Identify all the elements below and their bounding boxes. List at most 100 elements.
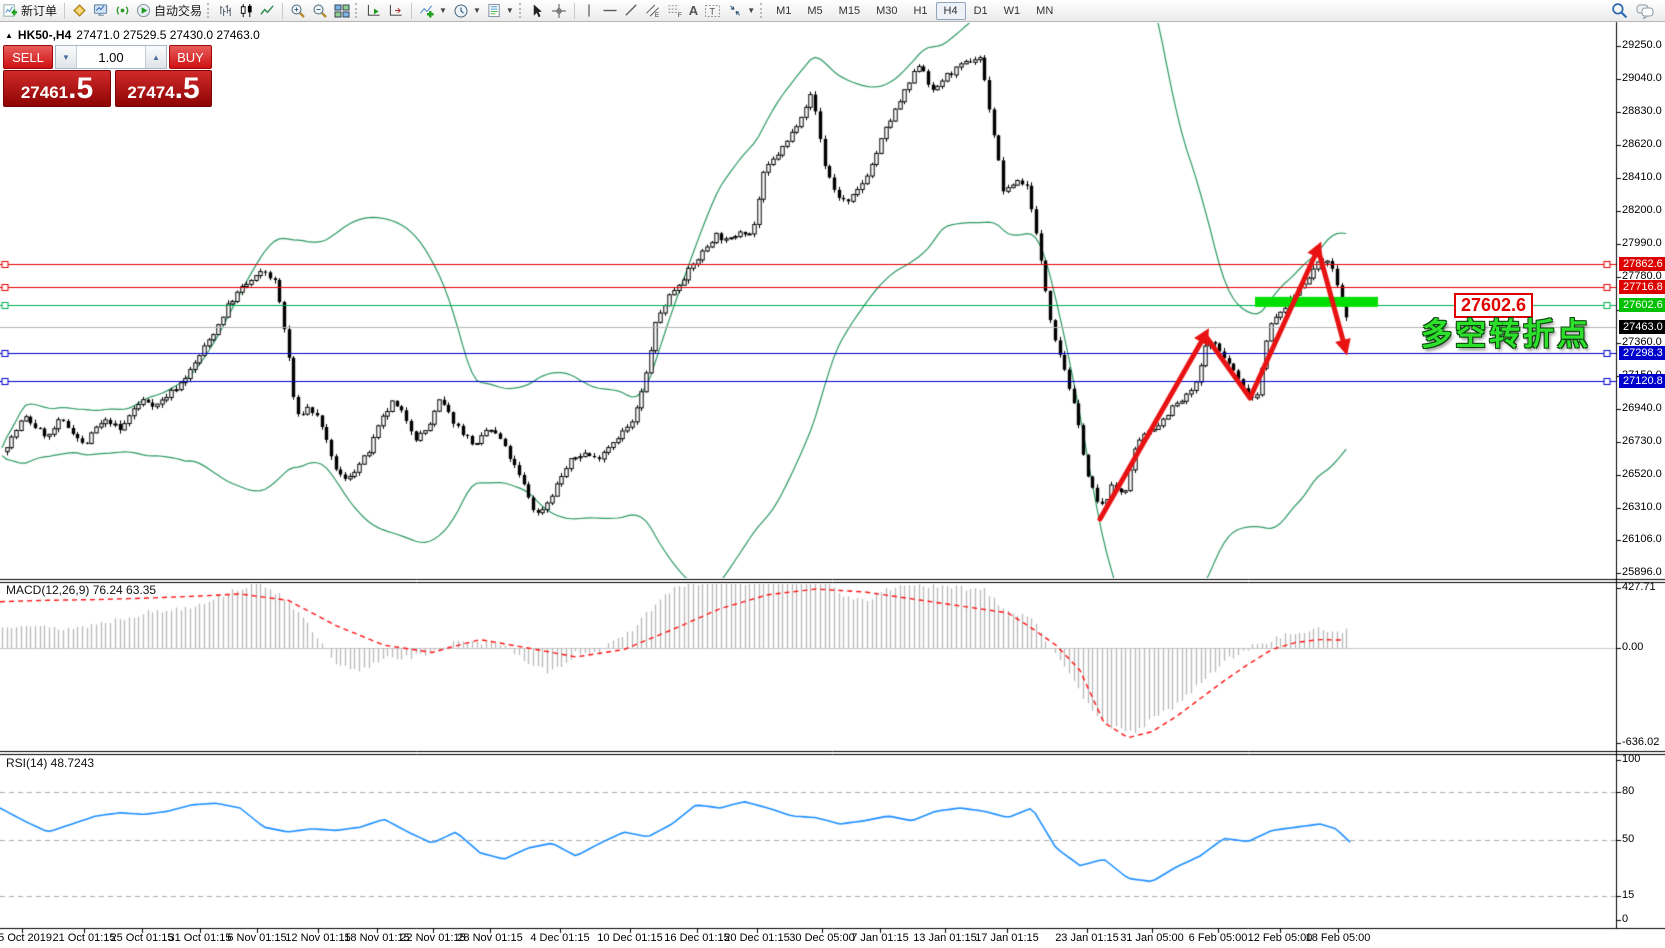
time-axis-tick: 10 Dec 01:15 (597, 932, 662, 944)
tab-m15[interactable]: M15 (831, 2, 868, 20)
time-axis-tick: 23 Jan 01:15 (1055, 932, 1119, 944)
buy-button[interactable]: BUY (169, 45, 212, 69)
cursor-tool-button[interactable] (527, 1, 548, 21)
new-order-icon (3, 3, 18, 18)
tab-h4[interactable]: H4 (936, 2, 966, 20)
auto-trading-button[interactable]: 自动交易 (133, 1, 205, 21)
rsi-axis-tick: 50 (1622, 833, 1634, 845)
volume-decrease-button[interactable]: ▼ (56, 46, 76, 68)
channel-glyph: E (655, 12, 660, 18)
horizontal-line-tool-button[interactable] (599, 1, 621, 21)
chinese-note-text[interactable]: 多空转折点 (1421, 309, 1591, 354)
time-axis-tick: 31 Jan 05:00 (1120, 932, 1184, 944)
chat-icon[interactable] (1636, 3, 1655, 19)
vertical-line-tool-button[interactable] (579, 1, 599, 21)
price-axis-tick: 28200.0 (1622, 204, 1662, 216)
price-axis-tick: 27990.0 (1622, 237, 1662, 249)
tab-d1[interactable]: D1 (966, 2, 996, 20)
time-axis-tick: 13 Jan 01:15 (913, 932, 977, 944)
market-watch-button[interactable] (69, 1, 90, 21)
time-axis-tick: 17 Jan 01:15 (975, 932, 1039, 944)
fibonacci-glyph: F (678, 12, 682, 18)
macd-axis-tick: -636.02 (1622, 736, 1659, 748)
price-level-tag: 27298.3 (1619, 346, 1665, 360)
price-axis-tick: 26730.0 (1622, 435, 1662, 447)
line-chart-mode-button[interactable] (257, 1, 278, 21)
buy-price-dec: .5 (175, 74, 200, 104)
price-axis-tick: 26940.0 (1622, 402, 1662, 414)
tab-mn[interactable]: MN (1028, 2, 1061, 20)
price-axis-tick: 28620.0 (1622, 138, 1662, 150)
tab-m1[interactable]: M1 (768, 2, 799, 20)
chart-shift-icon (388, 3, 404, 18)
auto-scroll-icon (366, 3, 382, 18)
tab-m5[interactable]: M5 (799, 2, 830, 20)
text-label-tool-button[interactable]: T (701, 1, 724, 21)
candlestick-mode-button[interactable] (236, 1, 257, 21)
zoom-out-button[interactable] (309, 1, 331, 21)
rsi-axis-tick: 80 (1622, 785, 1634, 797)
tile-windows-icon (334, 3, 350, 19)
buy-price-display[interactable]: 27474.5 (115, 70, 212, 107)
indicators-button[interactable]: ▼ (416, 1, 450, 21)
text-label-icon: T (704, 3, 721, 19)
price-level-tag: 27716.8 (1619, 280, 1665, 294)
macd-axis-tick: 427.71 (1622, 581, 1656, 593)
trendline-tool-button[interactable] (621, 1, 642, 21)
bar-chart-mode-button[interactable] (215, 1, 236, 21)
price-axis-tick: 25896.0 (1622, 566, 1662, 578)
price-axis-tick: 28830.0 (1622, 105, 1662, 117)
tab-m30[interactable]: M30 (868, 2, 905, 20)
arrows-tool-button[interactable]: ▼ (724, 1, 758, 21)
arrows-icon (727, 3, 743, 18)
sell-price-display[interactable]: 27461.5 (3, 70, 111, 107)
time-axis-tick: 15 Oct 2019 (0, 932, 52, 944)
equidistant-channel-tool-button[interactable]: E (642, 1, 664, 21)
text-tool-icon: A (689, 3, 698, 18)
search-icon[interactable] (1611, 2, 1628, 19)
crosshair-icon (551, 3, 567, 19)
time-axis-tick: 30 Dec 05:00 (789, 932, 854, 944)
sell-price-dec: .5 (68, 74, 93, 104)
expert-advisors-button[interactable] (90, 1, 112, 21)
zoom-in-button[interactable] (287, 1, 309, 21)
macd-indicator-label: MACD(12,26,9) 76.24 63.35 (6, 583, 156, 597)
vertical-line-icon (582, 3, 596, 18)
volume-value[interactable]: 1.00 (76, 46, 146, 68)
horizontal-line-icon (602, 3, 618, 18)
text-tool-button[interactable]: A (686, 1, 701, 21)
trading-platform-window: { "toolbar": { "new_order_label": "新订单",… (0, 0, 1665, 948)
rsi-axis-tick: 15 (1622, 889, 1634, 901)
new-order-button[interactable]: 新订单 (0, 1, 60, 21)
time-axis-tick: 6 Nov 01:15 (227, 932, 286, 944)
price-axis-tick: 26106.0 (1622, 533, 1662, 545)
auto-scroll-button[interactable] (363, 1, 385, 21)
periods-button[interactable]: ▼ (450, 1, 484, 21)
price-axis-tick: 29250.0 (1622, 39, 1662, 51)
price-chart-canvas[interactable] (0, 0, 1665, 948)
macd-axis-tick: 0.00 (1622, 641, 1643, 653)
volume-increase-button[interactable]: ▲ (146, 46, 166, 68)
time-axis-tick: 20 Dec 01:15 (724, 932, 789, 944)
clock-icon (453, 3, 469, 19)
rsi-indicator-label: RSI(14) 48.7243 (6, 756, 94, 770)
fibonacci-tool-button[interactable]: F (664, 1, 686, 21)
cursor-icon (530, 3, 545, 19)
tab-h1[interactable]: H1 (905, 2, 935, 20)
template-icon (487, 3, 502, 18)
tab-w1[interactable]: W1 (996, 2, 1029, 20)
tile-windows-button[interactable] (331, 1, 353, 21)
collapse-panel-icon[interactable]: ▲ (5, 31, 13, 40)
price-level-tag: 27120.8 (1619, 374, 1665, 388)
time-axis-tick: 28 Nov 01:15 (457, 932, 522, 944)
signals-button[interactable] (112, 1, 133, 21)
time-axis-tick: 18 Feb 05:00 (1306, 932, 1371, 944)
time-axis-tick: 12 Feb 05:00 (1248, 932, 1313, 944)
trendline-icon (624, 3, 639, 18)
main-toolbar: 新订单 自动交易 ▼ ▼ (0, 0, 1665, 22)
sell-button[interactable]: SELL (3, 45, 53, 69)
chart-shift-button[interactable] (385, 1, 407, 21)
time-axis-tick: 16 Dec 01:15 (664, 932, 729, 944)
templates-button[interactable]: ▼ (484, 1, 517, 21)
crosshair-tool-button[interactable] (548, 1, 570, 21)
